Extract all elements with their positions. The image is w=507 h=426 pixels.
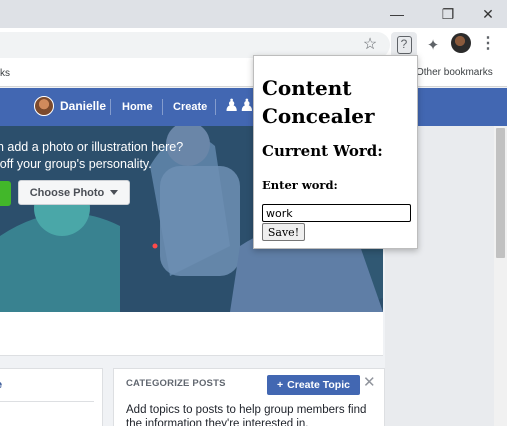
- close-icon[interactable]: ✕: [363, 373, 376, 391]
- left-card: e: [0, 368, 103, 426]
- friends-icon[interactable]: ♟♟: [224, 96, 254, 116]
- create-topic-label: Create Topic: [287, 379, 350, 391]
- star-icon[interactable]: ☆: [361, 36, 379, 54]
- profile-avatar[interactable]: [451, 33, 471, 53]
- choose-photo-label: Choose Photo: [29, 186, 105, 199]
- left-card-link[interactable]: e: [0, 379, 2, 391]
- browser-titlebar: — ❐ ✕: [0, 0, 507, 28]
- extension-popup: Content Concealer Current Word: Enter wo…: [253, 55, 418, 249]
- categorize-title: CATEGORIZE POSTS: [126, 378, 226, 389]
- cover-line-2: s off your group's personality.: [0, 157, 152, 171]
- cover-prompt: an add a photo or illustration here? s o…: [0, 139, 183, 173]
- upload-photo-button[interactable]: [0, 181, 11, 206]
- bookmark-item[interactable]: ks: [0, 68, 10, 79]
- nav-user-name: Danielle: [60, 99, 107, 113]
- caret-down-icon: [110, 190, 119, 195]
- close-icon[interactable]: ✕: [466, 0, 507, 28]
- nav-divider: [110, 99, 111, 115]
- nav-home-link[interactable]: Home: [122, 101, 153, 113]
- avatar: [34, 96, 54, 116]
- categorize-posts-card: CATEGORIZE POSTS + Create Topic ✕ Add to…: [113, 368, 385, 426]
- more-menu-icon[interactable]: ⋮: [480, 36, 496, 52]
- current-word-label: Current Word:: [262, 142, 383, 160]
- word-input[interactable]: [262, 204, 411, 222]
- nav-divider: [162, 99, 163, 115]
- categorize-description: Add topics to posts to help group member…: [126, 404, 367, 426]
- choose-photo-button[interactable]: Choose Photo: [18, 180, 130, 205]
- plus-icon: +: [277, 379, 284, 391]
- scrollbar-thumb[interactable]: [496, 128, 505, 258]
- popup-title: Content Concealer: [262, 76, 375, 128]
- puzzle-icon[interactable]: ✦: [420, 32, 446, 58]
- create-topic-button[interactable]: + Create Topic: [267, 375, 360, 395]
- cover-line-1: an add a photo or illustration here?: [0, 140, 184, 154]
- enter-word-label: Enter word:: [262, 178, 338, 192]
- maximize-icon[interactable]: ❐: [426, 0, 470, 28]
- nav-profile[interactable]: Danielle: [34, 96, 106, 116]
- nav-divider: [215, 99, 216, 115]
- minimize-icon[interactable]: —: [375, 0, 419, 28]
- divider: [0, 401, 94, 402]
- nav-create-link[interactable]: Create: [173, 101, 207, 113]
- other-bookmarks-label: Other bookmarks: [416, 67, 493, 78]
- save-button[interactable]: Save!: [262, 223, 305, 241]
- group-info-panel: [0, 312, 383, 356]
